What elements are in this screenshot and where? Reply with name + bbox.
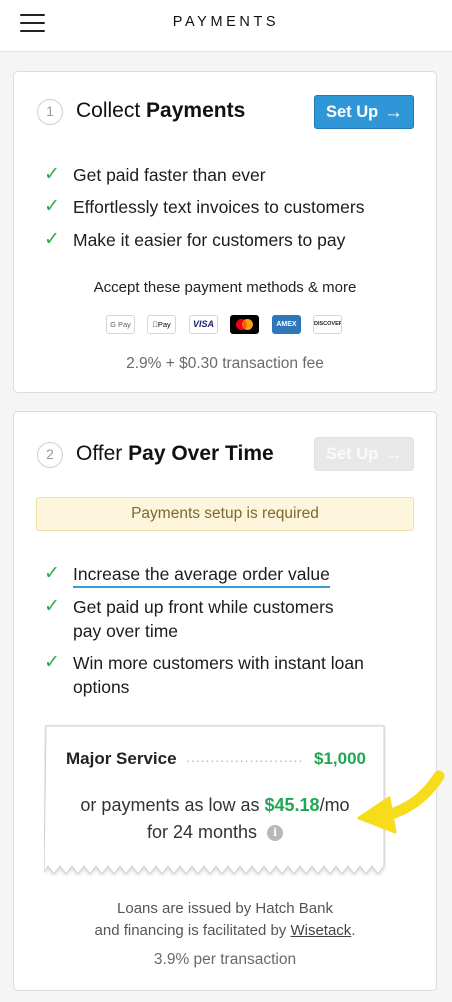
arrow-right-icon: → <box>384 444 403 465</box>
feature-text: Get paid up front while customers <box>73 597 334 617</box>
disclaimer-line: and financing is facilitated by Wisetack… <box>14 920 436 942</box>
step-number-badge: 1 <box>37 99 63 125</box>
info-icon[interactable]: i <box>267 825 284 841</box>
discover-icon: DISCOVER <box>313 315 342 334</box>
per-transaction-rate: 3.9% per transaction <box>153 951 297 968</box>
step-number-badge: 2 <box>37 442 63 468</box>
feature-text: Make it easier for customers to pay <box>73 230 346 250</box>
checkmark-icon: ✓ <box>44 196 60 217</box>
top-bar: PAYMENTS <box>0 0 452 52</box>
collect-payments-title: Collect Payments <box>76 99 245 123</box>
transaction-fee-text: 2.9% + $0.30 transaction fee <box>126 355 324 372</box>
pay-over-time-card: 2 Offer Pay Over Time Set Up → Payments … <box>13 411 437 991</box>
pay-over-time-setup-button[interactable]: Set Up → <box>314 437 414 471</box>
payment-suffix: /mo <box>319 795 350 815</box>
collect-payments-setup-button[interactable]: Set Up → <box>314 95 414 129</box>
title-bold: Pay Over Time <box>128 442 274 465</box>
pay-over-time-title: Offer Pay Over Time <box>76 442 274 466</box>
feature-text: Increase the average order value <box>73 562 330 588</box>
title-bold: Payments <box>146 99 246 122</box>
setup-required-warning: Payments setup is required <box>36 497 414 531</box>
title-prefix: Collect <box>76 99 147 122</box>
page-title: PAYMENTS <box>172 14 280 30</box>
setup-button-label: Set Up <box>326 103 379 121</box>
arrow-right-icon: → <box>384 102 403 123</box>
visa-icon: VISA <box>189 315 218 334</box>
disclaimer-text: and financing is facilitated by <box>94 922 291 939</box>
feature-text: Get paid faster than ever <box>73 165 266 185</box>
yellow-arrow-annotation <box>357 770 445 834</box>
checkmark-icon: ✓ <box>44 596 60 617</box>
amex-icon: AMEX <box>272 315 301 334</box>
leader-dots: .......................... <box>186 749 304 765</box>
term-text: for 24 months <box>146 822 258 842</box>
service-item-label: Major Service <box>66 749 177 768</box>
disclaimer-text: . <box>351 922 356 939</box>
title-prefix: Offer <box>76 442 129 465</box>
payment-estimate-receipt: Major Service ..........................… <box>44 724 386 876</box>
payment-prefix: or payments as low as <box>80 795 265 815</box>
apple-pay-icon: Pay <box>147 315 176 334</box>
checkmark-icon: ✓ <box>44 563 60 584</box>
google-pay-icon: G Pay <box>106 315 135 334</box>
checkmark-icon: ✓ <box>44 164 60 185</box>
loan-disclaimer: Loans are issued by Hatch Bank and finan… <box>14 898 436 942</box>
setup-button-label: Set Up <box>326 445 379 463</box>
collect-payments-card: 1 Collect Payments Set Up → ✓ Get paid f… <box>13 71 437 393</box>
checkmark-icon: ✓ <box>44 652 60 673</box>
feature-text: pay over time <box>73 621 179 641</box>
feature-text: Effortlessly text invoices to customers <box>73 197 365 217</box>
monthly-payment-amount: $45.18 <box>264 795 320 815</box>
service-item-price: $1,000 <box>314 749 366 768</box>
wisetack-link[interactable]: Wisetack <box>290 922 351 939</box>
accept-methods-text: Accept these payment methods & more <box>93 279 357 296</box>
loan-term-text: for 24 months i <box>44 822 386 843</box>
mastercard-icon <box>230 315 259 334</box>
feature-text: Win more customers with instant loan <box>73 653 364 673</box>
monthly-payment-text: or payments as low as $45.18/mo <box>44 795 386 816</box>
feature-text: options <box>73 677 130 697</box>
disclaimer-line: Loans are issued by Hatch Bank <box>117 900 333 917</box>
checkmark-icon: ✓ <box>44 229 60 250</box>
